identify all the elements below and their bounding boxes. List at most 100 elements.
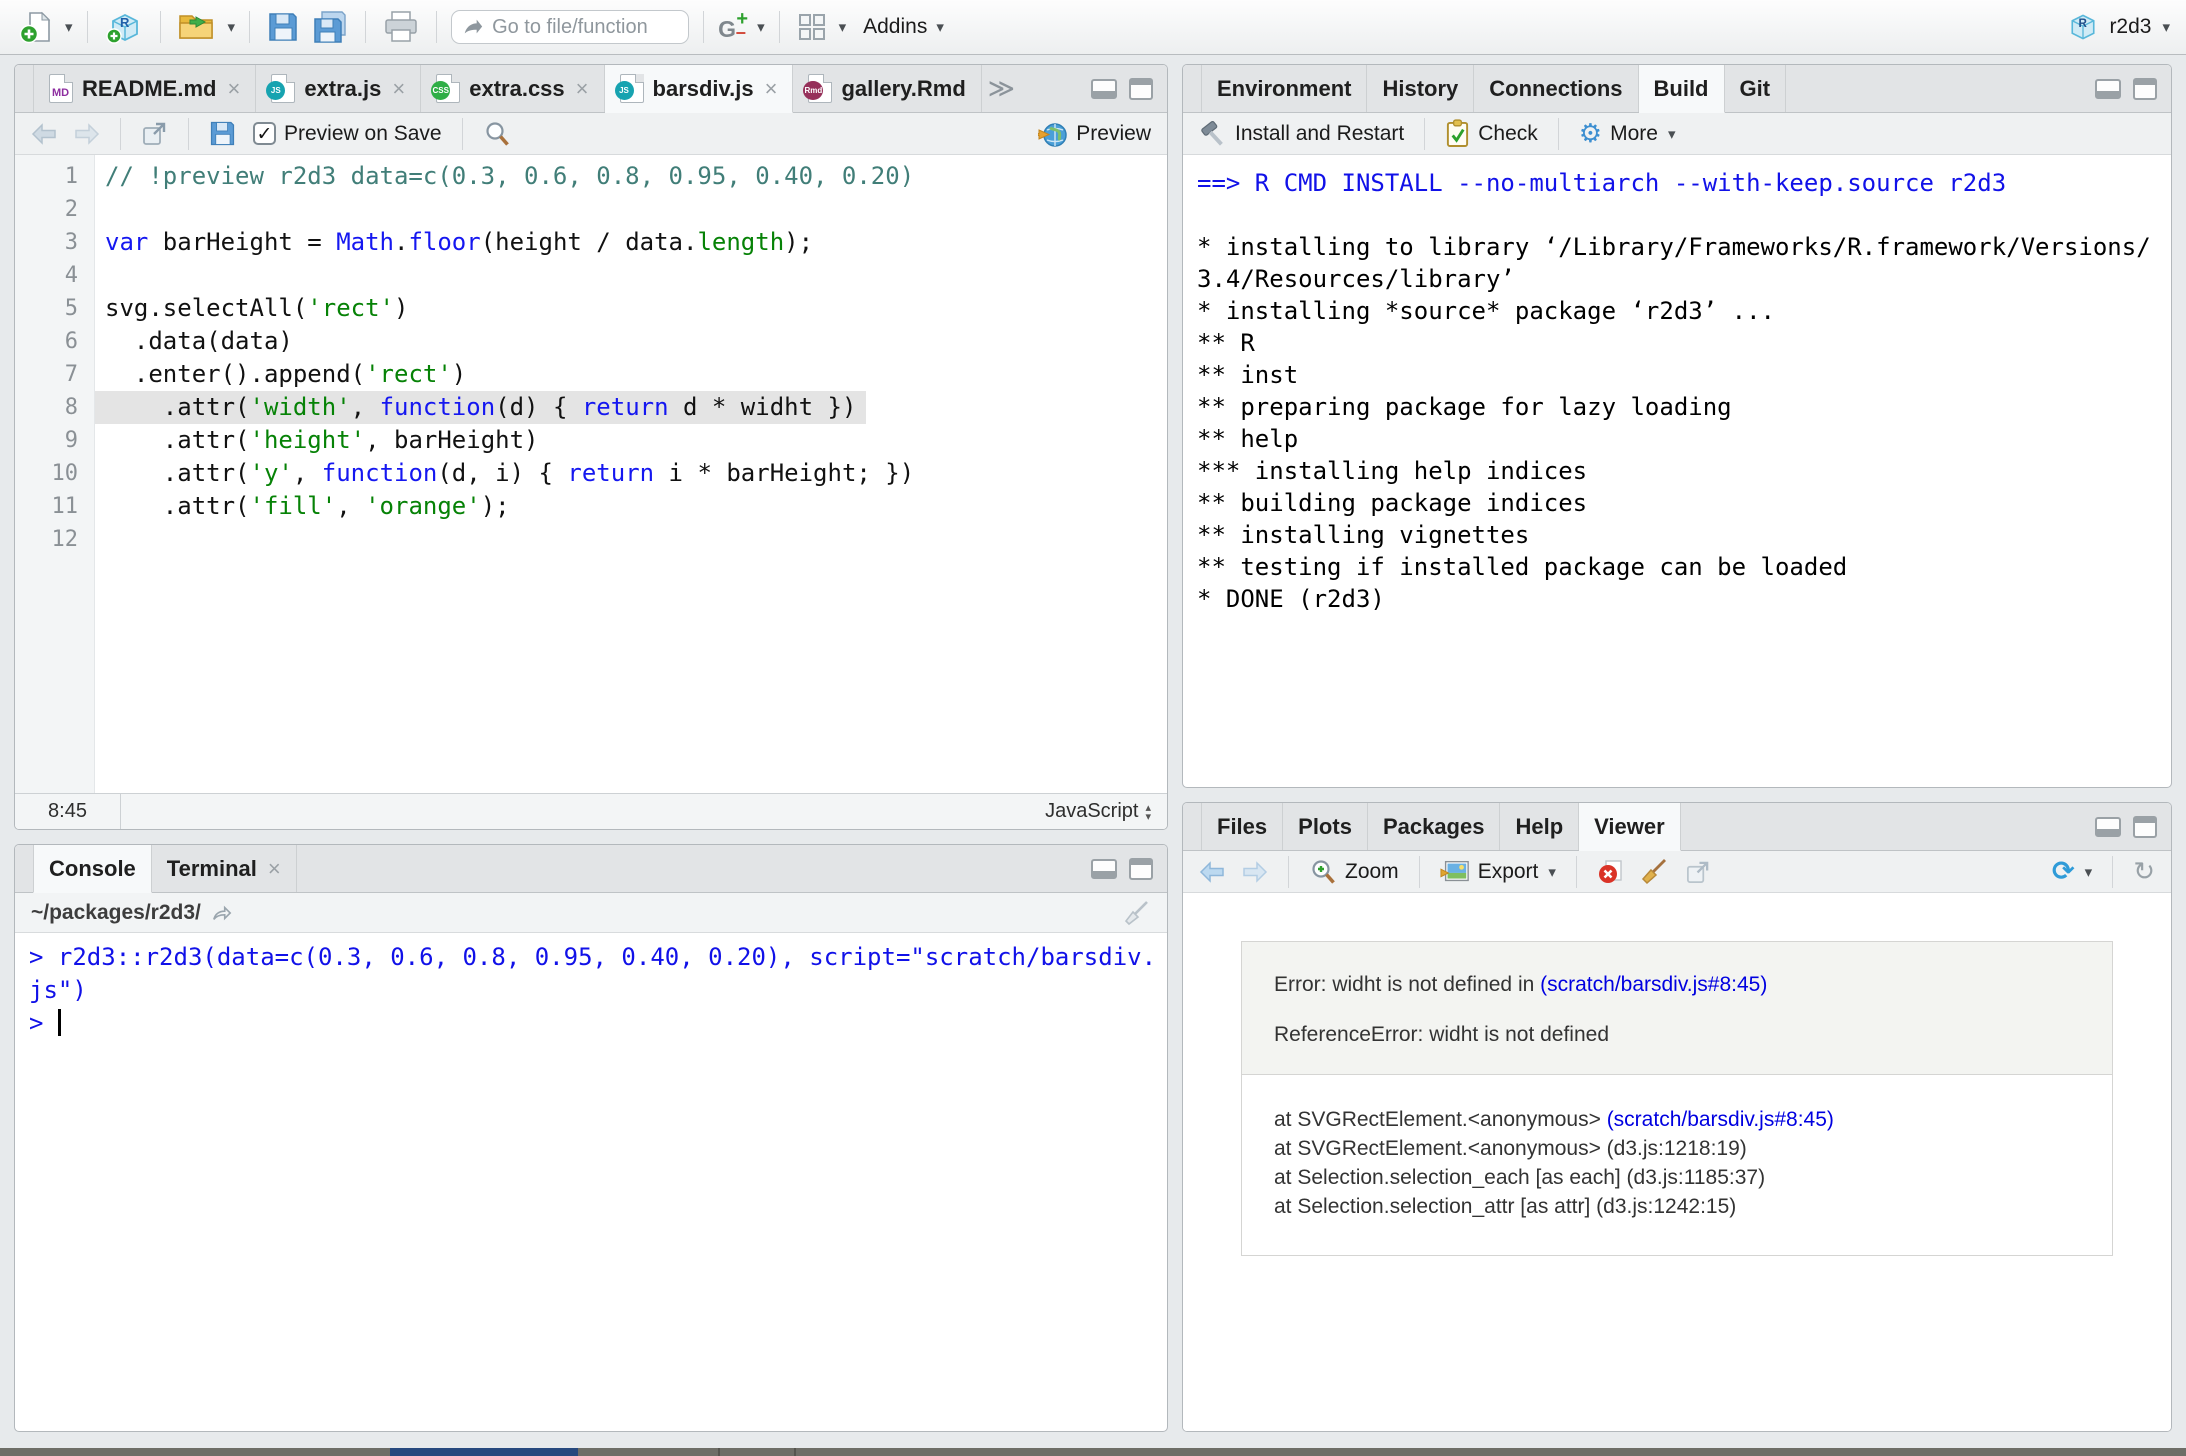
- code-editor[interactable]: 1// !preview r2d3 data=c(0.3, 0.6, 0.8, …: [15, 155, 1167, 793]
- tab-plots[interactable]: Plots: [1283, 803, 1368, 850]
- close-tab-icon[interactable]: ×: [392, 76, 405, 102]
- tab-readme-md[interactable]: MD README.md ×: [33, 65, 256, 112]
- close-tab-icon[interactable]: ×: [227, 76, 240, 102]
- maximize-pane-icon[interactable]: [2133, 78, 2157, 100]
- viewer-zoom-button[interactable]: Zoom: [1305, 858, 1403, 886]
- build-toolbar: Install and Restart Check ⚙ More ▾: [1183, 113, 2171, 155]
- error-file-link[interactable]: (scratch/barsdiv.js#8:45): [1540, 973, 1767, 996]
- project-menu[interactable]: R r2d3 ▾: [2066, 10, 2170, 44]
- clear-all-viewer-icon[interactable]: [1636, 858, 1672, 886]
- toolbar-separator: [188, 118, 189, 150]
- toolbar-separator: [160, 11, 161, 43]
- gear-icon: ⚙: [1579, 121, 1602, 147]
- tab-connections[interactable]: Connections: [1474, 65, 1638, 112]
- addins-caret[interactable]: ▾: [936, 18, 944, 36]
- console-output[interactable]: > r2d3::r2d3(data=c(0.3, 0.6, 0.8, 0.95,…: [15, 933, 1167, 1431]
- goto-arrow-icon: [462, 16, 484, 38]
- error-file-link[interactable]: (scratch/barsdiv.js#8:45): [1607, 1108, 1834, 1131]
- build-output-line: * DONE (r2d3): [1197, 583, 2171, 615]
- forward-icon[interactable]: [70, 122, 104, 146]
- version-control-icon[interactable]: G + −: [718, 10, 748, 44]
- console-tabstrip: Console Terminal ×: [15, 845, 1167, 893]
- minimize-pane-icon[interactable]: [1091, 79, 1117, 99]
- js-file-icon: JS: [620, 74, 644, 103]
- open-file-icon[interactable]: [175, 7, 219, 47]
- editor-status-bar: 8:45 JavaScript ▴▾: [15, 793, 1167, 829]
- code-line: 10 .attr('y', function(d, i) { return i …: [15, 457, 1167, 490]
- code-line: 4: [15, 259, 1167, 292]
- viewer-open-in-new-window-icon[interactable]: [1681, 859, 1715, 885]
- maximize-pane-icon[interactable]: [1129, 78, 1153, 100]
- close-tab-icon[interactable]: ×: [268, 856, 281, 882]
- svg-text:R: R: [120, 15, 130, 30]
- minimize-pane-icon[interactable]: [1091, 859, 1117, 879]
- tab-environment[interactable]: Environment: [1201, 65, 1367, 112]
- close-tab-icon[interactable]: ×: [576, 76, 589, 102]
- minimize-pane-icon[interactable]: [2095, 79, 2121, 99]
- save-icon[interactable]: [264, 7, 302, 47]
- tab-history[interactable]: History: [1367, 65, 1474, 112]
- viewer-forward-icon[interactable]: [1238, 860, 1272, 884]
- tab-terminal[interactable]: Terminal ×: [152, 845, 297, 892]
- tab-extra-css[interactable]: CSS extra.css ×: [421, 65, 604, 112]
- goto-file-input[interactable]: [492, 16, 678, 39]
- new-file-icon[interactable]: [16, 7, 56, 47]
- tab-console[interactable]: Console: [33, 845, 152, 893]
- error-text-line: Error: widht is not defined in (scratch/…: [1274, 972, 2080, 998]
- clear-console-icon[interactable]: [1123, 899, 1151, 927]
- print-icon[interactable]: [380, 7, 422, 47]
- new-file-caret[interactable]: ▾: [65, 18, 73, 36]
- new-project-icon[interactable]: R: [102, 7, 146, 47]
- tab-git[interactable]: Git: [1725, 65, 1787, 112]
- viewer-export-button[interactable]: Export ▾: [1436, 859, 1560, 885]
- toolbar-separator: [1288, 856, 1289, 888]
- check-button[interactable]: Check: [1441, 119, 1542, 148]
- install-and-restart-button[interactable]: Install and Restart: [1195, 120, 1408, 148]
- toolbar-separator: [2112, 856, 2113, 888]
- language-selector[interactable]: JavaScript ▴▾: [1045, 794, 1167, 829]
- panes-layout-icon[interactable]: [794, 7, 830, 47]
- more-build-button[interactable]: ⚙ More ▾: [1575, 121, 1680, 147]
- tab-packages[interactable]: Packages: [1368, 803, 1501, 850]
- close-tab-icon[interactable]: ×: [765, 76, 778, 102]
- goto-directory-icon[interactable]: [211, 903, 233, 923]
- addins-menu[interactable]: Addins: [863, 15, 927, 39]
- refresh-viewer-icon[interactable]: ↻: [2129, 859, 2159, 885]
- version-control-caret[interactable]: ▾: [757, 18, 765, 36]
- viewer-back-icon[interactable]: [1195, 860, 1229, 884]
- console-line: > r2d3::r2d3(data=c(0.3, 0.6, 0.8, 0.95,…: [29, 941, 1167, 974]
- panes-layout-caret[interactable]: ▾: [839, 18, 847, 36]
- save-file-icon[interactable]: [205, 120, 240, 147]
- tab-extra-js[interactable]: JS extra.js ×: [256, 65, 421, 112]
- preview-on-save-checkbox[interactable]: ✓ Preview on Save: [249, 122, 446, 146]
- more-build-caret: ▾: [1668, 125, 1676, 143]
- minimize-pane-icon[interactable]: [2095, 817, 2121, 837]
- tab-viewer[interactable]: Viewer: [1579, 803, 1681, 851]
- save-all-icon[interactable]: [309, 7, 351, 47]
- tab-build[interactable]: Build: [1639, 65, 1725, 113]
- tab-barsdiv-js[interactable]: JS barsdiv.js ×: [605, 65, 794, 113]
- toolbar-separator: [1558, 118, 1559, 150]
- code-search-icon[interactable]: [479, 120, 515, 148]
- tab-overflow-icon[interactable]: ≫: [988, 74, 1015, 104]
- back-icon[interactable]: [27, 122, 61, 146]
- tab-gallery-rmd[interactable]: Rmd gallery.Rmd: [793, 65, 981, 112]
- maximize-pane-icon[interactable]: [2133, 816, 2157, 838]
- viewer-content: Error: widht is not defined in (scratch/…: [1183, 893, 2171, 1431]
- open-in-new-window-icon[interactable]: [137, 120, 172, 147]
- maximize-pane-icon[interactable]: [1129, 858, 1153, 880]
- tab-help[interactable]: Help: [1500, 803, 1579, 850]
- preview-button[interactable]: Preview: [1034, 119, 1155, 149]
- export-image-icon: [1440, 859, 1470, 885]
- line-number: 7: [15, 358, 95, 391]
- r-project-cube-icon: R: [2066, 10, 2100, 44]
- goto-file-box[interactable]: [451, 10, 689, 44]
- remove-viewer-item-icon[interactable]: [1593, 859, 1627, 885]
- sync-viewer-icon[interactable]: ⟳ ▾: [2048, 858, 2096, 885]
- toolbar-separator: [1424, 118, 1425, 150]
- build-output-line: ** help: [1197, 423, 2171, 455]
- text-cursor: [58, 1009, 61, 1036]
- tab-files[interactable]: Files: [1201, 803, 1283, 850]
- cursor-position[interactable]: 8:45: [15, 794, 121, 829]
- open-file-caret[interactable]: ▾: [228, 18, 236, 36]
